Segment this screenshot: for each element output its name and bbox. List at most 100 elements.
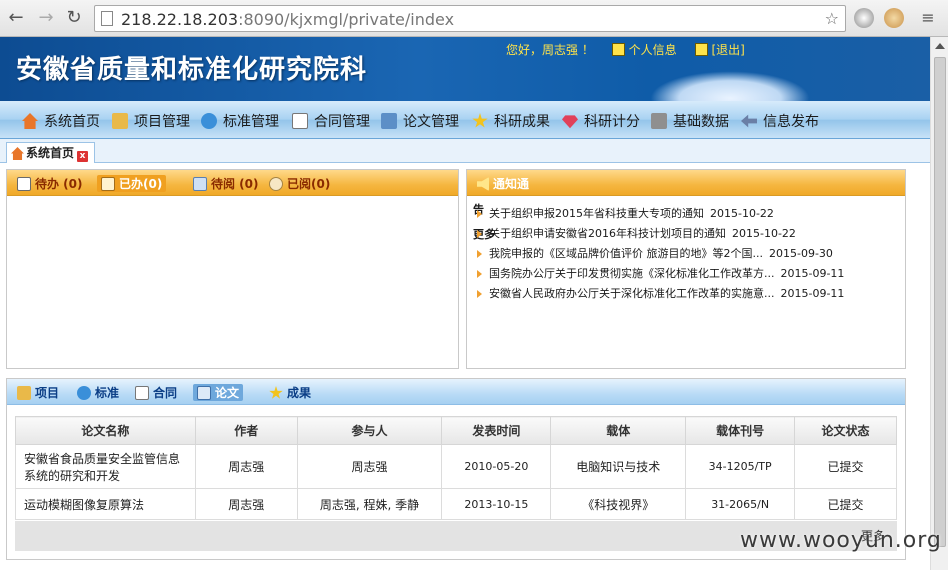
header-cloud-decoration xyxy=(650,71,810,101)
address-bar[interactable]: 218.22.18.203:8090/kjxmgl/private/index … xyxy=(94,5,846,32)
tab-read[interactable]: 已阅(0) xyxy=(269,175,330,192)
table-row[interactable]: 运动模糊图像复原算法 周志强 周志强, 程姝, 季静 2013-10-15 《科… xyxy=(15,488,897,520)
notice-item[interactable]: 国务院办公厅关于印发贯彻实施《深化标准化工作改革方... 2015-09-11 xyxy=(467,264,907,284)
menu-item-contracts[interactable]: 合同管理 xyxy=(292,111,370,131)
notice-item-title[interactable]: 国务院办公厅关于印发贯彻实施《深化标准化工作改革方... xyxy=(489,267,775,280)
cookie-icon[interactable] xyxy=(884,8,904,28)
notice-panel-header: 通知通 xyxy=(467,170,905,196)
menu-item-basic-data[interactable]: 基础数据 xyxy=(651,111,729,131)
tab-papers[interactable]: 论文 xyxy=(193,384,244,401)
star-icon xyxy=(472,113,488,128)
star-icon xyxy=(269,386,283,399)
notice-item[interactable]: 我院申报的《区域品牌价值评价 旅游目的地》等2个国... 2015-09-30 xyxy=(467,244,907,264)
tab-standards-label: 标准 xyxy=(95,386,120,400)
url-text[interactable]: 218.22.18.203:8090/kjxmgl/private/index xyxy=(121,10,454,29)
logout-link[interactable]: [退出] xyxy=(712,43,745,57)
column-header[interactable]: 参与人 xyxy=(296,416,443,445)
bookmark-star-icon[interactable]: ☆ xyxy=(825,9,839,28)
notice-item[interactable]: 关于组织申报2015年省科技重大专项的通知 2015-10-22 xyxy=(467,204,907,224)
notice-item-title[interactable]: 关于组织申报2015年省科技重大专项的通知 xyxy=(489,207,704,220)
tab-todo-label: 待办 (0) xyxy=(35,177,83,191)
reload-icon[interactable]: ↻ xyxy=(64,8,84,28)
browser-toolbar: ← → ↻ 218.22.18.203:8090/kjxmgl/private/… xyxy=(0,0,948,37)
close-icon[interactable]: x xyxy=(77,151,89,162)
read-icon xyxy=(269,177,283,191)
journal-number-cell: 31-2065/N xyxy=(685,488,796,520)
notice-item-date: 2015-09-11 xyxy=(780,267,845,280)
tab-to-read[interactable]: 待阅 (0) xyxy=(193,175,259,192)
forward-icon[interactable]: → xyxy=(36,8,56,28)
tab-achievements[interactable]: 成果 xyxy=(269,384,311,401)
notice-text: 关于组织申报2015年省科技重大专项的通知 2015-10-22 xyxy=(489,204,774,224)
home-icon xyxy=(22,113,38,129)
tab-label: 系统首页 xyxy=(26,146,75,160)
column-header[interactable]: 论文状态 xyxy=(794,416,897,445)
notice-text: 国务院办公厅关于印发贯彻实施《深化标准化工作改革方... 2015-09-11 xyxy=(489,264,844,284)
tab-read-label: 已阅(0) xyxy=(287,177,331,191)
table-row[interactable]: 安徽省食品质量安全监管信息系统的研究和开发 周志强 周志强 2010-05-20… xyxy=(15,444,897,489)
speaker-icon xyxy=(477,177,489,191)
scroll-up-icon[interactable] xyxy=(935,43,945,49)
column-header[interactable]: 发表时间 xyxy=(441,416,552,445)
notice-item[interactable]: 关于组织申请安徽省2016年科技计划项目的通知 2015-10-22 xyxy=(467,224,907,244)
paper-title-cell[interactable]: 安徽省食品质量安全监管信息系统的研究和开发 xyxy=(15,444,196,489)
bullet-icon xyxy=(477,210,482,218)
user-icon xyxy=(611,43,625,56)
gem-icon xyxy=(562,115,578,129)
notice-item-title[interactable]: 我院申报的《区域品牌价值评价 旅游目的地》等2个国... xyxy=(489,247,763,260)
notice-item-date: 2015-09-11 xyxy=(780,287,845,300)
tab-contracts[interactable]: 合同 xyxy=(135,384,177,401)
notice-item-date: 2015-10-22 xyxy=(710,207,774,220)
tab-projects[interactable]: 项目 xyxy=(17,384,59,401)
menu-item-home[interactable]: 系统首页 xyxy=(22,111,100,131)
paper-title-cell[interactable]: 运动模糊图像复原算法 xyxy=(15,488,196,520)
watermark: www.wooyun.org xyxy=(740,528,942,553)
todo-panel: 待办 (0) 已办(0) 待阅 (0) 已阅(0) xyxy=(6,169,459,369)
column-header[interactable]: 论文名称 xyxy=(15,416,196,445)
notice-item[interactable]: 安徽省人民政府办公厅关于深化标准化工作改革的实施意... 2015-09-11 xyxy=(467,284,907,304)
notice-item-title[interactable]: 安徽省人民政府办公厅关于深化标准化工作改革的实施意... xyxy=(489,287,775,300)
notice-item-title[interactable]: 关于组织申请安徽省2016年科技计划项目的通知 xyxy=(489,227,726,240)
status-cell: 已提交 xyxy=(794,444,897,489)
column-header[interactable]: 载体 xyxy=(550,416,687,445)
notice-item-date: 2015-10-22 xyxy=(732,227,796,240)
box-icon xyxy=(112,113,128,129)
bullet-icon xyxy=(477,230,482,238)
menu-item-projects[interactable]: 项目管理 xyxy=(112,111,190,131)
menu-item-papers[interactable]: 论文管理 xyxy=(381,111,459,131)
menu-item-standards[interactable]: 标准管理 xyxy=(201,111,279,131)
tab-standards[interactable]: 标准 xyxy=(77,384,119,401)
publish-date-cell: 2013-10-15 xyxy=(441,488,552,520)
column-header[interactable]: 载体刊号 xyxy=(685,416,796,445)
bullet-icon xyxy=(477,250,482,258)
arrow-left-icon xyxy=(741,114,757,128)
extension-icon[interactable] xyxy=(854,8,874,28)
menu-item-publish[interactable]: 信息发布 xyxy=(741,111,819,131)
tab-done[interactable]: 已办(0) xyxy=(97,175,167,192)
journal-number-cell: 34-1205/TP xyxy=(685,444,796,489)
profile-link[interactable]: 个人信息 xyxy=(629,43,677,57)
notice-text: 关于组织申请安徽省2016年科技计划项目的通知 2015-10-22 xyxy=(489,224,796,244)
menu-item-scoring[interactable]: 科研计分 xyxy=(562,111,640,131)
box-icon xyxy=(17,386,31,400)
tab-todo[interactable]: 待办 (0) xyxy=(17,175,83,192)
greeting-text: 您好，周志强 ！ xyxy=(506,43,594,57)
page-scrollbar[interactable] xyxy=(930,37,948,570)
menu-icon[interactable]: ≡ xyxy=(918,8,938,28)
menu-label: 系统首页 xyxy=(44,114,100,130)
records-panel-header: 项目 标准 合同 论文 成果 xyxy=(7,379,905,405)
document-icon xyxy=(292,113,308,129)
user-bar: 您好，周志强 ！ 个人信息 [退出] xyxy=(506,41,745,58)
menu-item-achievements[interactable]: 科研成果 xyxy=(472,111,550,131)
tab-home[interactable]: 系统首页 x xyxy=(6,142,96,163)
tab-papers-label: 论文 xyxy=(215,386,240,400)
url-path: :8090/kjxmgl/private/index xyxy=(238,10,455,29)
edit-icon xyxy=(381,113,397,129)
back-icon[interactable]: ← xyxy=(6,8,26,28)
column-header[interactable]: 作者 xyxy=(194,416,298,445)
logout-icon xyxy=(694,43,708,56)
menu-label: 信息发布 xyxy=(763,114,819,130)
to-read-icon xyxy=(193,177,207,191)
scrollbar-thumb[interactable] xyxy=(934,57,946,547)
menu-label: 科研成果 xyxy=(494,114,550,130)
